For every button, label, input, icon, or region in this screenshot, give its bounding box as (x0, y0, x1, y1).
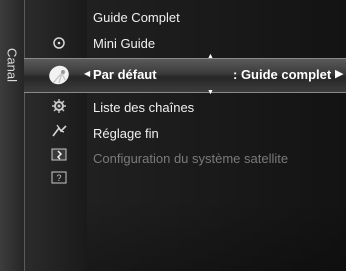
menu-item-liste-des-chaines[interactable]: Liste des chaînes (93, 100, 194, 115)
satellite-dish-icon[interactable] (46, 60, 74, 88)
arrow-down-icon: ▼ (207, 89, 214, 96)
menu-item-configuration-satellite: Configuration du système satellite (93, 151, 289, 166)
arrow-right-icon: ▶ (335, 68, 344, 80)
svg-text:?: ? (56, 173, 61, 183)
side-tab-canal[interactable]: Canal (0, 0, 25, 271)
circle-icon[interactable] (51, 35, 67, 51)
par-defaut-value: : Guide complet (233, 67, 332, 82)
arrow-left-icon: ◀ (84, 69, 91, 78)
help-icon[interactable]: ? (51, 170, 67, 186)
menu-item-mini-guide[interactable]: Mini Guide (93, 36, 155, 51)
gear-icon[interactable] (51, 98, 67, 114)
channel-list-icon[interactable] (51, 147, 67, 163)
arrow-up-icon: ▲ (207, 53, 214, 60)
menu-item-par-defaut[interactable]: Par défaut (93, 67, 157, 82)
side-tab-label: Canal (4, 48, 20, 82)
antenna-icon[interactable] (51, 124, 68, 138)
menu-item-guide-complet[interactable]: Guide Complet (93, 10, 180, 25)
menu-item-reglage-fin[interactable]: Réglage fin (93, 126, 159, 141)
menu-shade (87, 200, 346, 271)
